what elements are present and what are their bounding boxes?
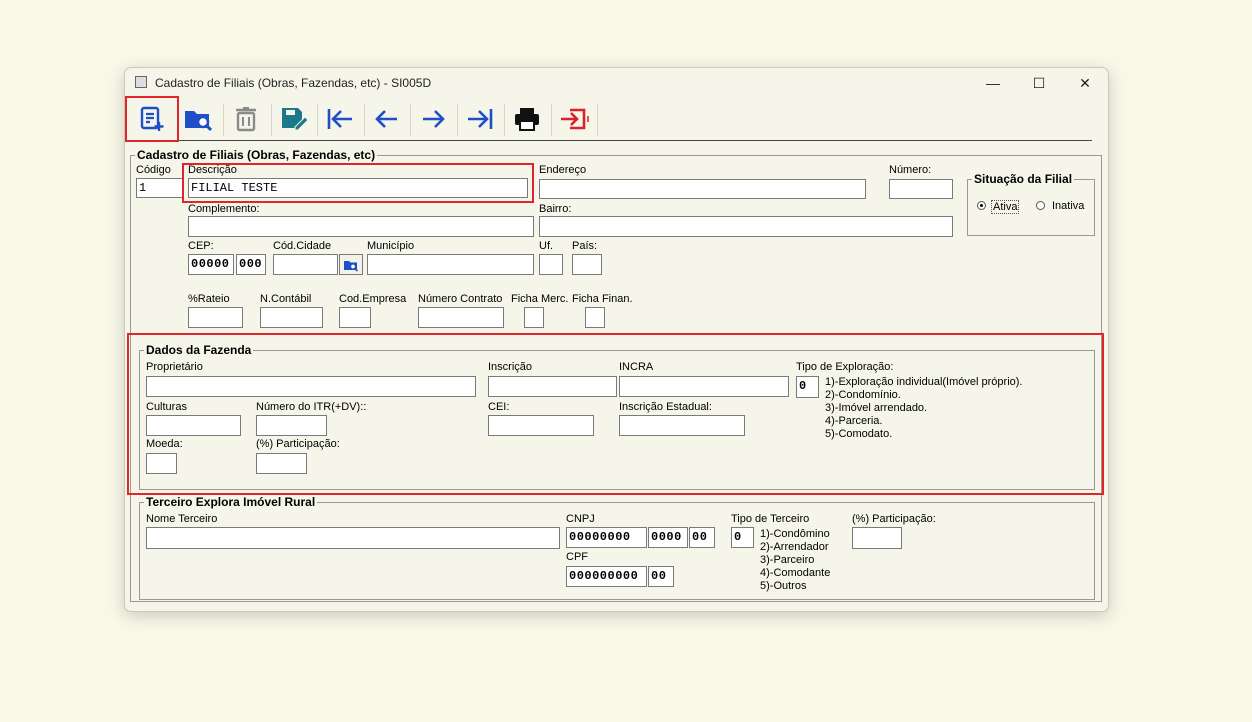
highlight-descricao — [182, 163, 534, 203]
complemento-input[interactable] — [188, 216, 534, 237]
maximize-button[interactable]: ☐ — [1016, 68, 1062, 98]
complemento-label: Complemento: — [188, 203, 260, 215]
cep-input-prefix[interactable]: 00000 — [188, 254, 234, 275]
last-arrow-icon — [468, 109, 493, 129]
tipo-terceiro-option: 4)-Comodante — [760, 567, 831, 579]
cnpj-input-root[interactable]: 00000000 — [566, 527, 647, 548]
highlight-new-button — [125, 96, 179, 142]
cod-cidade-label: Cód.Cidade — [273, 240, 332, 252]
search-button[interactable] — [177, 100, 219, 138]
toolbar-separator — [457, 104, 458, 136]
pais-label: País: — [572, 240, 598, 252]
cpf-label: CPF — [566, 551, 588, 563]
highlight-dados-fazenda — [127, 333, 1104, 495]
bairro-label: Bairro: — [539, 203, 572, 215]
ficha-finan-label: Ficha Finan. — [572, 293, 633, 305]
left-arrow-icon — [375, 110, 397, 128]
municipio-input[interactable] — [367, 254, 534, 275]
situacao-legend: Situação da Filial — [974, 172, 1073, 186]
tipo-terceiro-option: 1)-Condômino — [760, 528, 830, 540]
toolbar-separator — [597, 104, 598, 136]
cnpj-label: CNPJ — [566, 513, 595, 525]
tipo-terceiro-options: 1)-Condômino 2)-Arrendador 3)-Parceiro 4… — [760, 528, 830, 593]
window-title: Cadastro de Filiais (Obras, Fazendas, et… — [155, 76, 432, 90]
toolbar-separator — [223, 104, 224, 136]
uf-input[interactable] — [539, 254, 563, 275]
numero-contrato-input[interactable] — [418, 307, 504, 328]
app-icon — [135, 76, 147, 88]
ncontabil-input[interactable] — [260, 307, 323, 328]
ativa-label[interactable]: Ativa — [991, 200, 1020, 214]
toolbar-separator — [410, 104, 411, 136]
cadastro-legend: Cadastro de Filiais (Obras, Fazendas, et… — [137, 148, 376, 162]
exit-button[interactable] — [553, 100, 595, 138]
municipio-label: Município — [367, 240, 415, 252]
cpf-input-number[interactable]: 000000000 — [566, 566, 647, 587]
ficha-merc-input[interactable] — [524, 307, 544, 328]
tipo-terceiro-input[interactable]: 0 — [731, 527, 754, 548]
cpf-input-check[interactable]: 00 — [648, 566, 674, 587]
tipo-terceiro-option: 3)-Parceiro — [760, 554, 815, 566]
rateio-label: %Rateio — [188, 293, 230, 305]
print-button[interactable] — [506, 100, 548, 138]
trash-icon — [236, 107, 256, 132]
first-record-button[interactable] — [319, 100, 361, 138]
toolbar-divider — [129, 140, 1092, 141]
toolbar-separator — [551, 104, 552, 136]
numero-contrato-label: Número Contrato — [418, 293, 503, 305]
right-arrow-icon — [423, 110, 445, 128]
nome-terceiro-input[interactable] — [146, 527, 560, 549]
title-bar: Cadastro de Filiais (Obras, Fazendas, et… — [125, 68, 1108, 98]
toolbar-separator — [364, 104, 365, 136]
folder-search-icon — [185, 111, 213, 132]
save-edit-icon — [282, 108, 309, 131]
cod-cidade-input[interactable] — [273, 254, 338, 275]
tipo-terceiro-label: Tipo de Terceiro — [731, 513, 810, 525]
ativa-radio[interactable] — [977, 201, 986, 210]
last-record-button[interactable] — [459, 100, 501, 138]
uf-label: Uf. — [539, 240, 554, 252]
numero-label: Número: — [889, 164, 932, 176]
cnpj-input-branch[interactable]: 0000 — [648, 527, 688, 548]
minimize-button[interactable]: — — [970, 68, 1016, 98]
endereco-label: Endereço — [539, 164, 587, 176]
endereco-input[interactable] — [539, 179, 866, 199]
ficha-finan-input[interactable] — [585, 307, 605, 328]
printer-icon — [515, 108, 539, 131]
inativa-radio[interactable] — [1036, 201, 1045, 210]
toolbar-separator — [317, 104, 318, 136]
cidade-lookup-button[interactable] — [339, 254, 363, 275]
first-arrow-icon — [327, 109, 352, 129]
rateio-input[interactable] — [188, 307, 243, 328]
tipo-terceiro-option: 5)-Outros — [760, 580, 807, 592]
next-record-button[interactable] — [412, 100, 454, 138]
close-button[interactable]: ✕ — [1062, 68, 1108, 98]
terceiro-legend: Terceiro Explora Imóvel Rural — [146, 495, 316, 509]
cod-empresa-label: Cod.Empresa — [339, 293, 407, 305]
ncontabil-label: N.Contábil — [260, 293, 312, 305]
cep-label: CEP: — [188, 240, 214, 252]
cep-input-suffix[interactable]: 000 — [236, 254, 266, 275]
codigo-label: Código — [136, 164, 171, 176]
toolbar-separator — [271, 104, 272, 136]
previous-record-button[interactable] — [366, 100, 408, 138]
toolbar-separator — [504, 104, 505, 136]
delete-button[interactable] — [225, 100, 267, 138]
terceiro-participacao-input[interactable] — [852, 527, 902, 549]
numero-input[interactable] — [889, 179, 953, 199]
terceiro-participacao-label: (%) Participação: — [852, 513, 936, 525]
save-edit-button[interactable] — [273, 100, 315, 138]
cnpj-input-check[interactable]: 00 — [689, 527, 715, 548]
folder-search-icon — [344, 260, 359, 272]
inativa-label[interactable]: Inativa — [1052, 200, 1084, 212]
tipo-terceiro-option: 2)-Arrendador — [760, 541, 829, 553]
ficha-merc-label: Ficha Merc. — [511, 293, 569, 305]
main-window: Cadastro de Filiais (Obras, Fazendas, et… — [124, 67, 1109, 612]
nome-terceiro-label: Nome Terceiro — [146, 513, 218, 525]
exit-icon — [561, 108, 589, 130]
bairro-input[interactable] — [539, 216, 953, 237]
codigo-input[interactable]: 1 — [136, 178, 184, 198]
cod-empresa-input[interactable] — [339, 307, 371, 328]
pais-input[interactable] — [572, 254, 602, 275]
